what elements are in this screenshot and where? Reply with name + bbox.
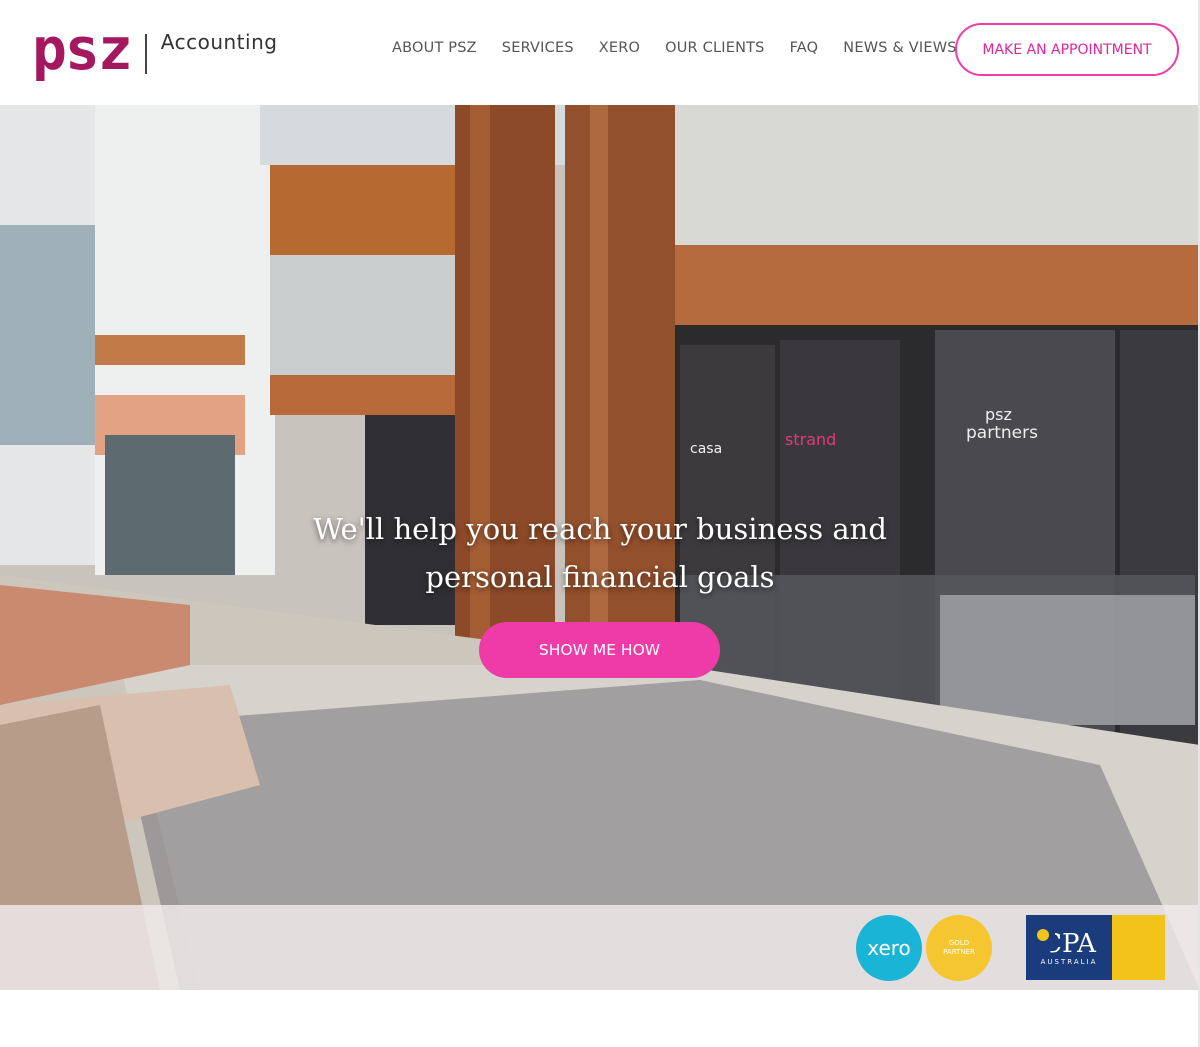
- nav-news-views[interactable]: NEWS & VIEWS: [843, 40, 956, 56]
- logo-divider: [144, 34, 147, 74]
- nav-xero[interactable]: XERO: [599, 40, 640, 56]
- nav-our-clients[interactable]: OUR CLIENTS: [665, 40, 764, 56]
- site-header: psz Accounting ABOUT PSZ SERVICES XERO O…: [0, 0, 1200, 105]
- nav-about-psz[interactable]: ABOUT PSZ: [392, 40, 477, 56]
- nav-services[interactable]: SERVICES: [502, 40, 574, 56]
- gold-partner-line2: PARTNER: [943, 948, 975, 956]
- make-appointment-button[interactable]: MAKE AN APPOINTMENT: [955, 23, 1179, 76]
- hero-headline: We'll help you reach your business and p…: [240, 505, 960, 601]
- svg-text:psz: psz: [985, 405, 1012, 424]
- gold-partner-badge: GOLD PARTNER: [926, 915, 992, 981]
- gold-partner-line1: GOLD: [948, 939, 970, 947]
- main-nav: ABOUT PSZ SERVICES XERO OUR CLIENTS FAQ …: [392, 40, 982, 56]
- xero-logo-text: xero: [867, 936, 911, 960]
- hero-section: casa strand psz partners We'll help you …: [0, 105, 1200, 990]
- logo-mark: psz: [32, 15, 133, 83]
- hero-headline-line1: We'll help you reach your business and: [313, 512, 887, 546]
- hero-headline-line2: personal financial goals: [425, 560, 775, 594]
- cpa-crest-icon: [1031, 915, 1165, 980]
- show-me-how-button[interactable]: SHOW ME HOW: [479, 622, 720, 678]
- xero-logo[interactable]: xero: [856, 915, 922, 981]
- svg-text:strand: strand: [785, 430, 836, 449]
- svg-text:casa: casa: [690, 441, 722, 457]
- logo-subtitle: Accounting: [160, 30, 278, 54]
- logo[interactable]: psz Accounting: [32, 20, 277, 78]
- partner-badge-strip: xero GOLD PARTNER CPA AUSTRALIA: [0, 905, 1200, 990]
- svg-text:partners: partners: [966, 423, 1038, 443]
- cpa-australia-logo[interactable]: CPA AUSTRALIA: [1026, 915, 1165, 980]
- nav-faq[interactable]: FAQ: [790, 40, 819, 56]
